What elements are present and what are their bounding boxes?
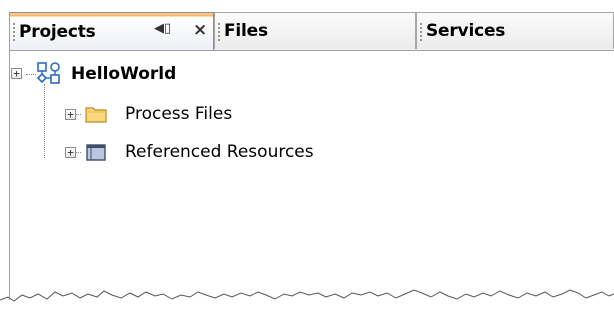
torn-edge-decoration — [0, 289, 614, 328]
tree-node-process-files[interactable]: Process Files — [85, 102, 232, 126]
expand-toggle-icon[interactable]: + — [65, 147, 76, 158]
drag-grip-icon — [218, 21, 220, 41]
tree-connector — [26, 74, 36, 75]
resources-folder-icon — [85, 142, 107, 162]
expand-toggle-icon[interactable]: + — [11, 68, 22, 79]
tree-node-label: Process Files — [125, 104, 233, 124]
tab-services-label: Services — [426, 21, 506, 41]
tab-files[interactable]: Files — [214, 12, 416, 49]
tree-connector — [44, 84, 45, 158]
project-tree[interactable]: + HelloWorld + Process Files + Reference… — [9, 51, 614, 291]
folder-icon — [85, 104, 107, 124]
tab-projects-label: Projects — [19, 21, 96, 42]
drag-grip-icon — [420, 21, 422, 41]
expand-toggle-icon[interactable]: + — [65, 109, 76, 120]
tab-services[interactable]: Services — [416, 12, 614, 49]
close-tab-icon[interactable]: × — [193, 20, 207, 40]
tab-projects[interactable]: Projects ◀▯ × — [9, 12, 214, 50]
drag-grip-icon[interactable] — [13, 22, 15, 41]
tree-node-label: HelloWorld — [71, 64, 177, 84]
minimize-window-icon[interactable]: ◀▯ — [154, 21, 171, 36]
panel-left-border — [9, 12, 10, 300]
tab-files-label: Files — [224, 21, 268, 41]
tree-node-referenced-resources[interactable]: Referenced Resources — [85, 140, 314, 164]
project-icon — [36, 62, 61, 86]
tab-strip: Projects ◀▯ × Files Services — [9, 12, 614, 51]
tree-node-helloworld[interactable]: HelloWorld — [36, 62, 177, 86]
projects-window: Projects ◀▯ × Files Services + HelloWorl… — [0, 0, 614, 328]
tree-node-label: Referenced Resources — [125, 142, 314, 162]
